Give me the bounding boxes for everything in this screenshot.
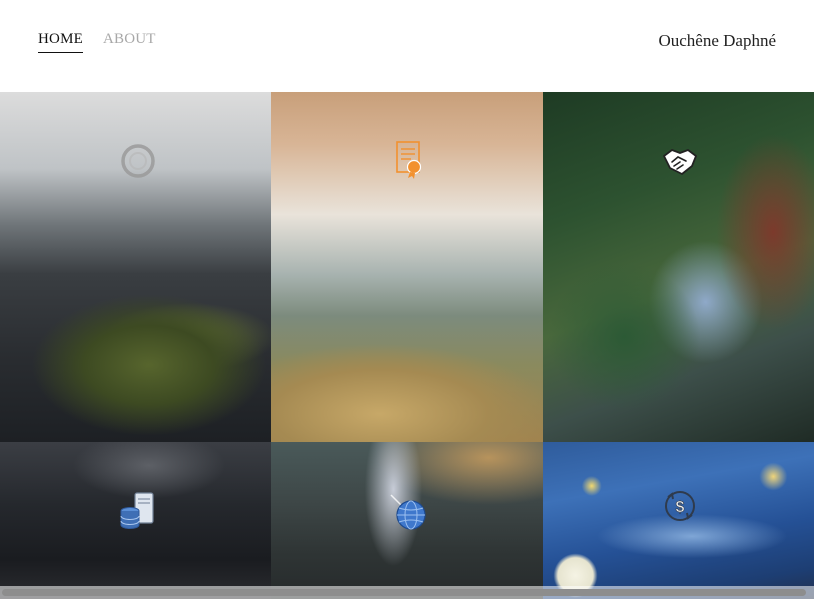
- gallery-tile-hills[interactable]: [271, 92, 543, 442]
- gallery-tile-beach[interactable]: [0, 92, 271, 442]
- site-title[interactable]: Ouchêne Daphné: [658, 31, 776, 51]
- power-icon: [121, 144, 155, 178]
- certificate-icon: [396, 141, 422, 179]
- nav-about-link[interactable]: ABOUT: [103, 31, 156, 53]
- handshake-icon: [663, 149, 697, 175]
- gallery-tile-mountain[interactable]: [0, 442, 271, 599]
- main-nav: HOME ABOUT: [38, 31, 156, 53]
- nav-home-link[interactable]: HOME: [38, 31, 83, 53]
- image-gallery: $: [0, 92, 814, 599]
- gallery-tile-starry-night[interactable]: $: [543, 442, 814, 599]
- currency-exchange-icon: $: [665, 491, 695, 521]
- svg-text:$: $: [676, 499, 685, 516]
- gallery-tile-milkyway[interactable]: [271, 442, 543, 599]
- header: HOME ABOUT Ouchêne Daphné: [0, 0, 814, 92]
- database-server-icon: [120, 492, 154, 529]
- network-globe-icon: [390, 494, 426, 530]
- horizontal-scrollbar-thumb[interactable]: [2, 589, 806, 596]
- gallery-tile-garden[interactable]: [543, 92, 814, 442]
